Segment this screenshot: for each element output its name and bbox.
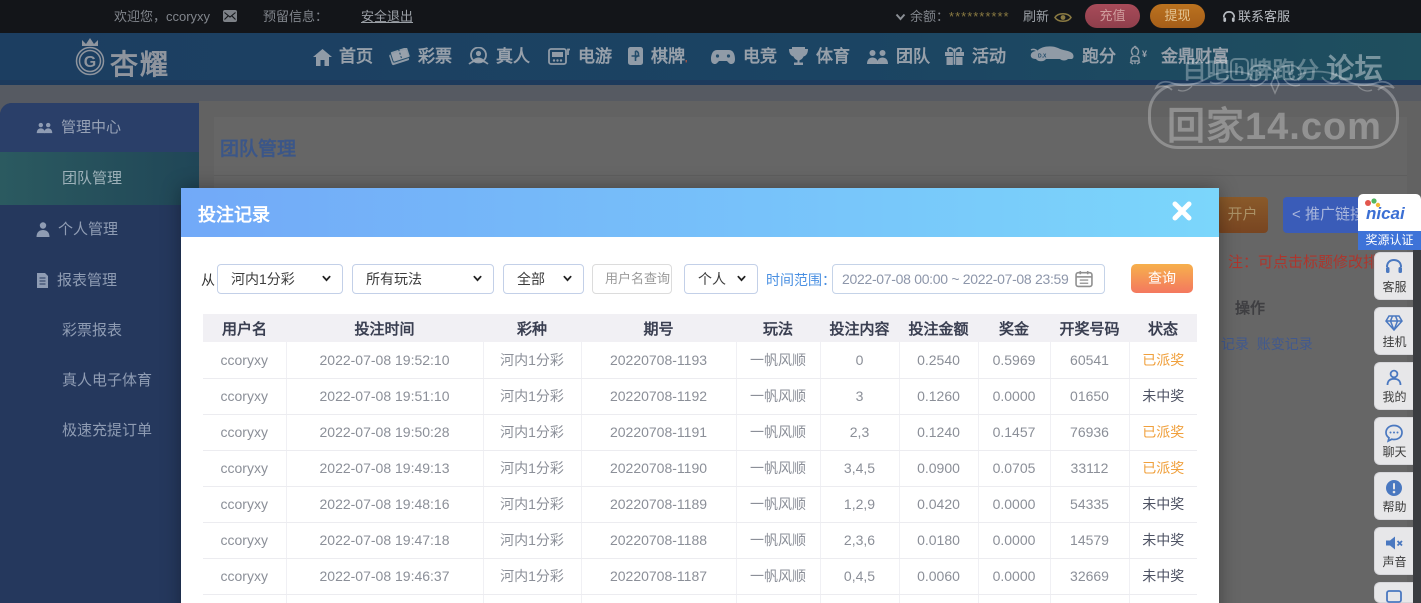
svg-text:G: G <box>84 54 96 71</box>
